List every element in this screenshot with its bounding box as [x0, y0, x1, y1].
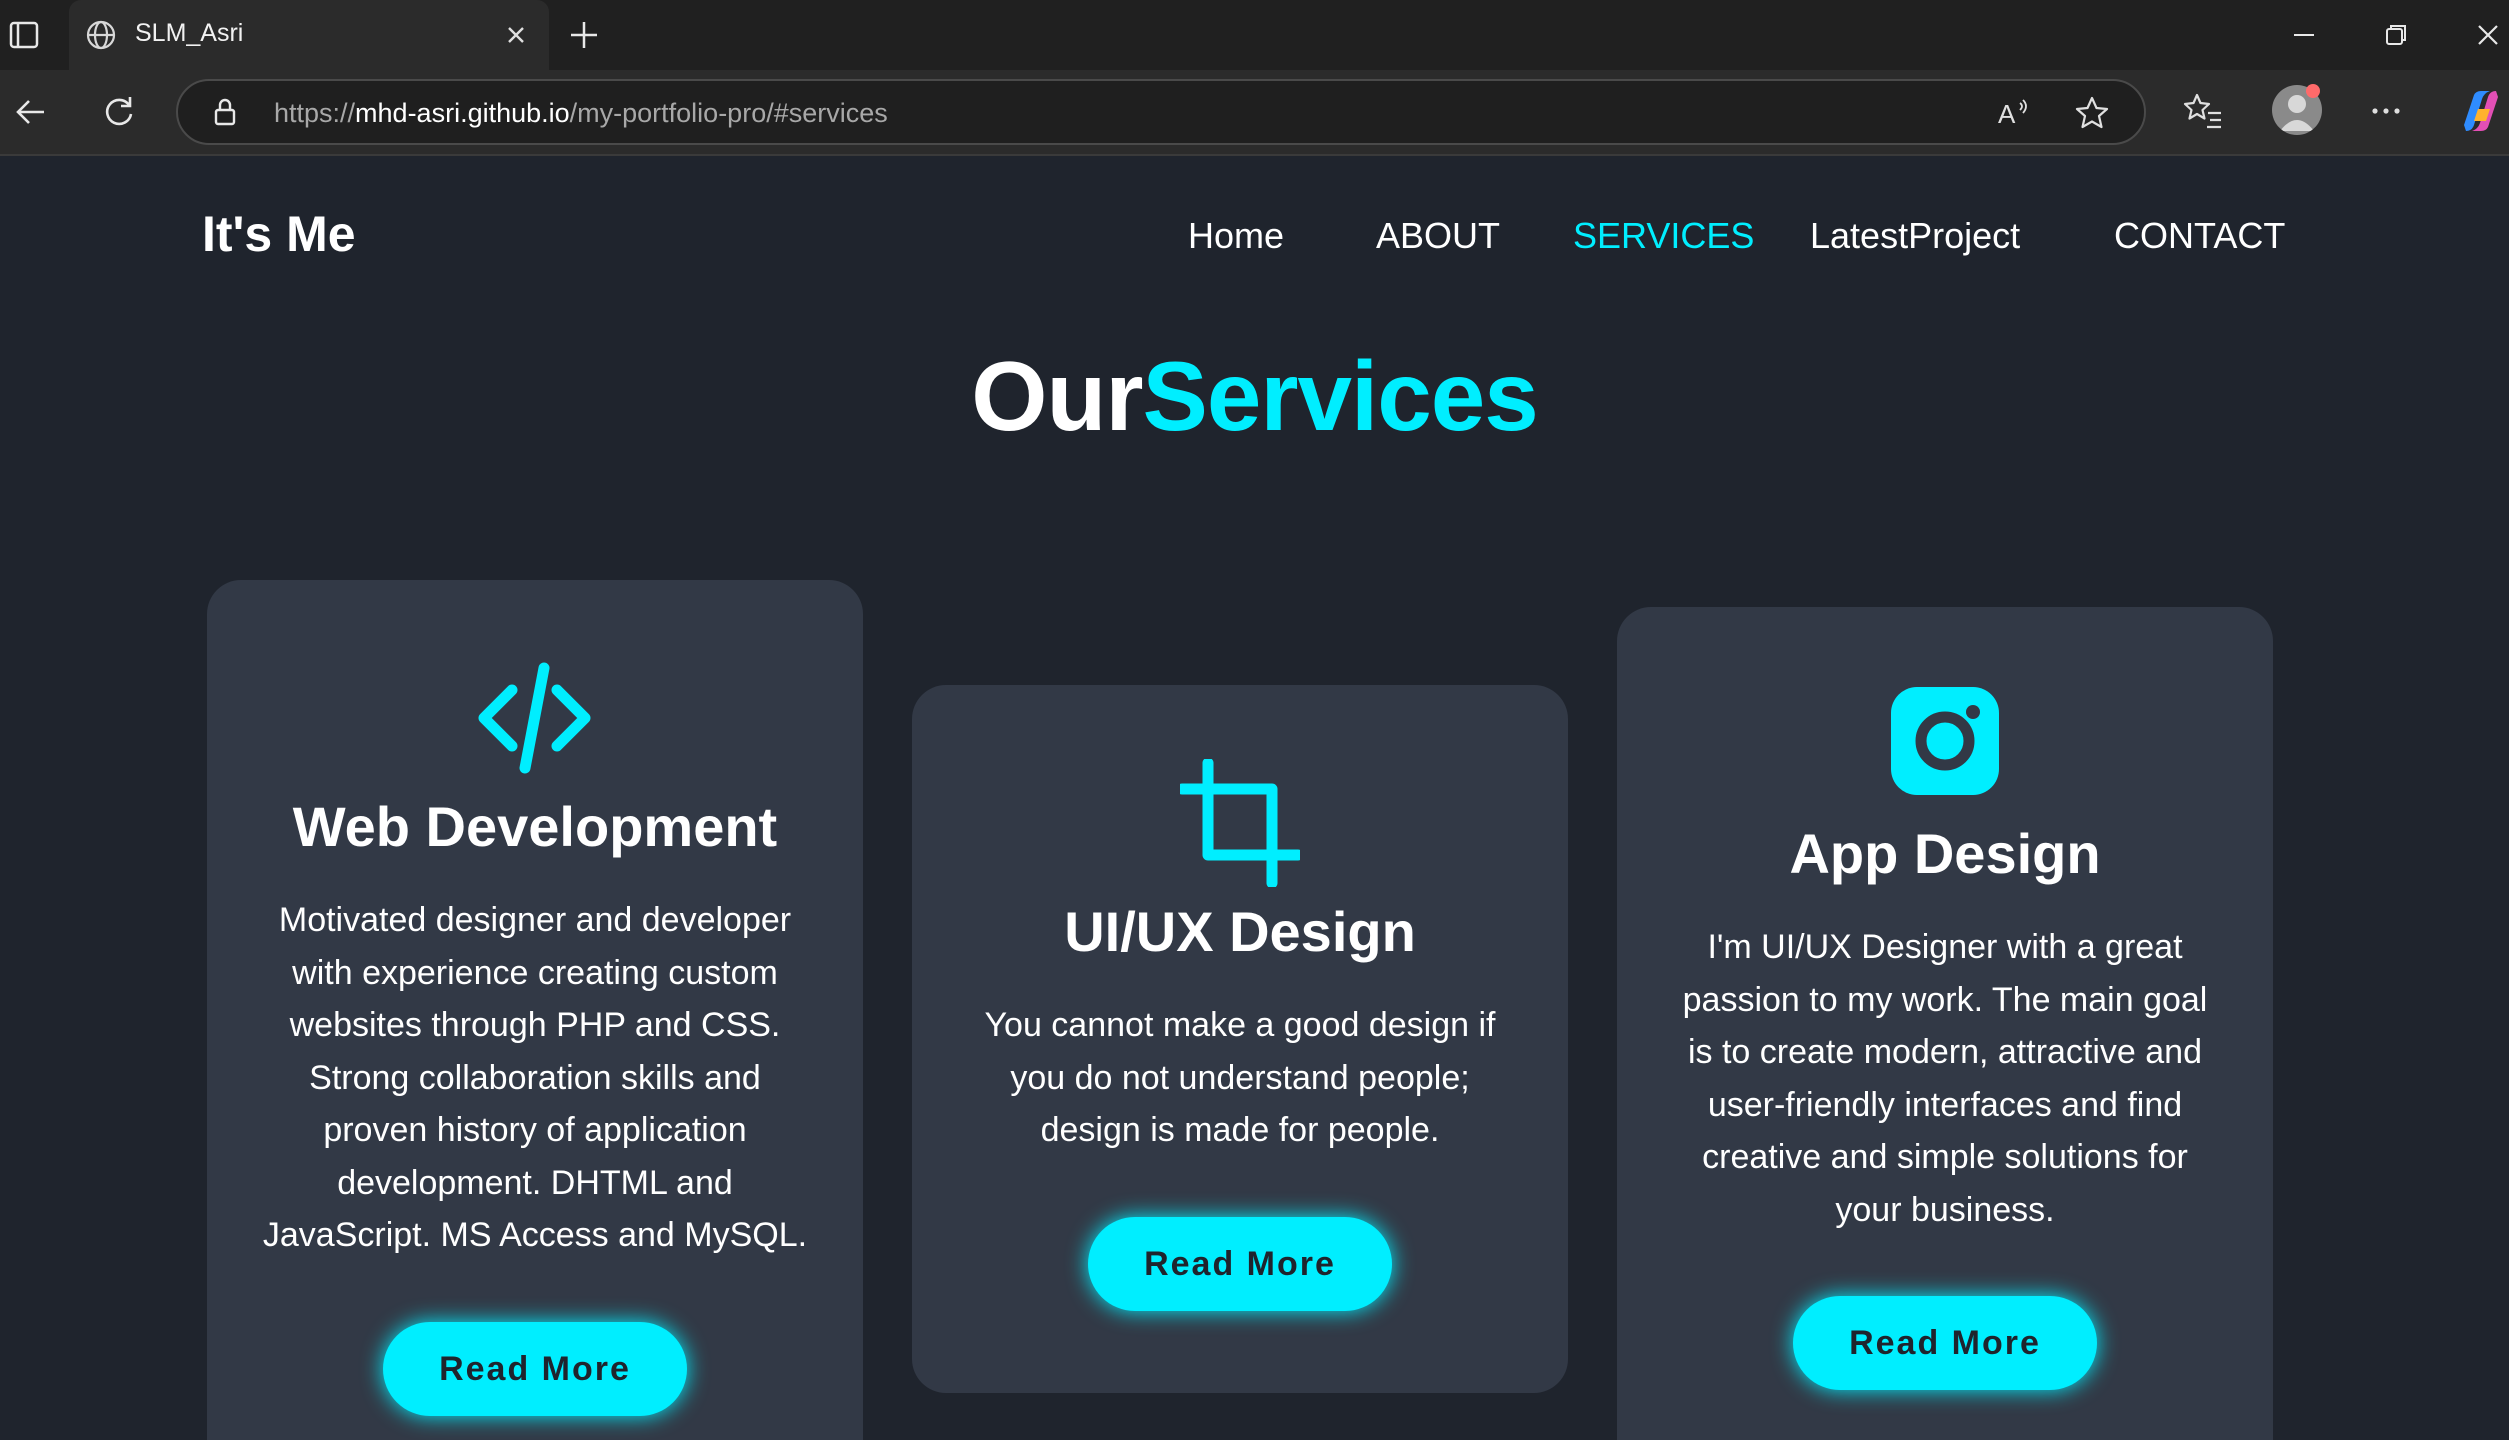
nav-home[interactable]: Home [1188, 215, 1284, 257]
crop-icon [1180, 759, 1300, 887]
card-text-line: JavaScript. MS Access and MySQL. [262, 1216, 808, 1254]
heading-plain: Our [971, 341, 1143, 451]
url-path: /my-portfolio-pro/#services [569, 98, 888, 128]
card-text-line: websites through PHP and CSS. [289, 1006, 781, 1044]
tab-actions-icon[interactable] [6, 17, 42, 53]
site-logo[interactable]: It's Me [202, 205, 356, 263]
back-icon[interactable] [10, 91, 52, 133]
card-text-line: is to create modern, attractive and [1687, 1033, 2203, 1071]
read-more-button[interactable]: Read More [383, 1322, 687, 1416]
card-text-line: with experience creating custom [292, 953, 778, 992]
url-field[interactable]: https://mhd-asri.github.io/my-portfolio-… [176, 79, 2146, 145]
restore-icon[interactable] [2378, 17, 2414, 53]
service-card-web-development: Web Development Motivated designer and d… [207, 580, 863, 1440]
globe-icon [86, 20, 116, 50]
service-card-ui-ux-design: UI/UX Design You cannot make a good desi… [912, 685, 1568, 1393]
card-description: I'm UI/UX Designer with a great passion … [1657, 921, 2233, 1236]
close-icon[interactable] [501, 20, 531, 50]
card-description: You cannot make a good design if you do … [952, 999, 1528, 1157]
star-icon[interactable] [2073, 94, 2111, 132]
card-text-line: Motivated designer and developer [278, 901, 792, 939]
card-title: Web Development [292, 795, 778, 858]
card-text-line: you do not understand people; [1010, 1058, 1470, 1097]
instagram-icon [1891, 687, 1999, 795]
svg-text:A: A [1998, 99, 2016, 129]
close-window-icon[interactable] [2470, 17, 2506, 53]
card-text-line: passion to my work. The main goal [1682, 980, 2208, 1019]
browser-tab[interactable]: SLM_Asri [69, 0, 549, 70]
copilot-icon[interactable] [2456, 87, 2506, 135]
card-text-line: I'm UI/UX Designer with a great [1707, 928, 2183, 966]
read-more-button[interactable]: Read More [1088, 1217, 1392, 1311]
refresh-icon[interactable] [98, 91, 140, 133]
section-heading: OurServices [0, 340, 2509, 453]
card-text-line: Strong collaboration skills and [309, 1058, 761, 1097]
browser-tab-bar: SLM_Asri [0, 0, 2509, 70]
card-text-line: development. DHTML and [337, 1163, 733, 1202]
url-text[interactable]: https://mhd-asri.github.io/my-portfolio-… [274, 98, 888, 129]
nav-latest-project[interactable]: LatestProject [1810, 215, 2020, 257]
service-card-app-design: App Design I'm UI/UX Designer with a gre… [1617, 607, 2273, 1440]
url-host: mhd-asri.github.io [355, 98, 570, 128]
card-title: UI/UX Design [1064, 900, 1416, 963]
card-text-line: creative and simple solutions for [1702, 1138, 2188, 1176]
card-text-line: design is made for people. [1040, 1111, 1440, 1149]
nav-contact[interactable]: CONTACT [2114, 215, 2285, 257]
nav-about[interactable]: ABOUT [1376, 215, 1500, 257]
card-text-line: You cannot make a good design if [984, 1006, 1496, 1044]
nav-services[interactable]: SERVICES [1573, 215, 1754, 257]
read-more-button[interactable]: Read More [1793, 1296, 2097, 1390]
favorites-icon[interactable] [2181, 89, 2225, 133]
more-icon[interactable] [2364, 89, 2408, 133]
code-icon [478, 662, 591, 774]
address-bar: https://mhd-asri.github.io/my-portfolio-… [0, 70, 2509, 156]
card-title: App Design [1789, 822, 2101, 885]
url-scheme: https:// [274, 98, 356, 128]
plus-icon[interactable] [566, 17, 602, 53]
notification-dot [2306, 84, 2320, 98]
lock-icon[interactable] [208, 95, 242, 129]
tab-title: SLM_Asri [135, 19, 244, 47]
card-description: Motivated designer and developer with ex… [247, 894, 823, 1262]
card-text-line: your business. [1835, 1190, 2055, 1229]
heading-accent: Services [1142, 341, 1538, 451]
card-text-line: proven history of application [323, 1111, 747, 1149]
card-text-line: user-friendly interfaces and find [1707, 1085, 2183, 1124]
read-aloud-icon[interactable]: A [1994, 94, 2032, 132]
minimize-icon[interactable] [2286, 17, 2322, 53]
